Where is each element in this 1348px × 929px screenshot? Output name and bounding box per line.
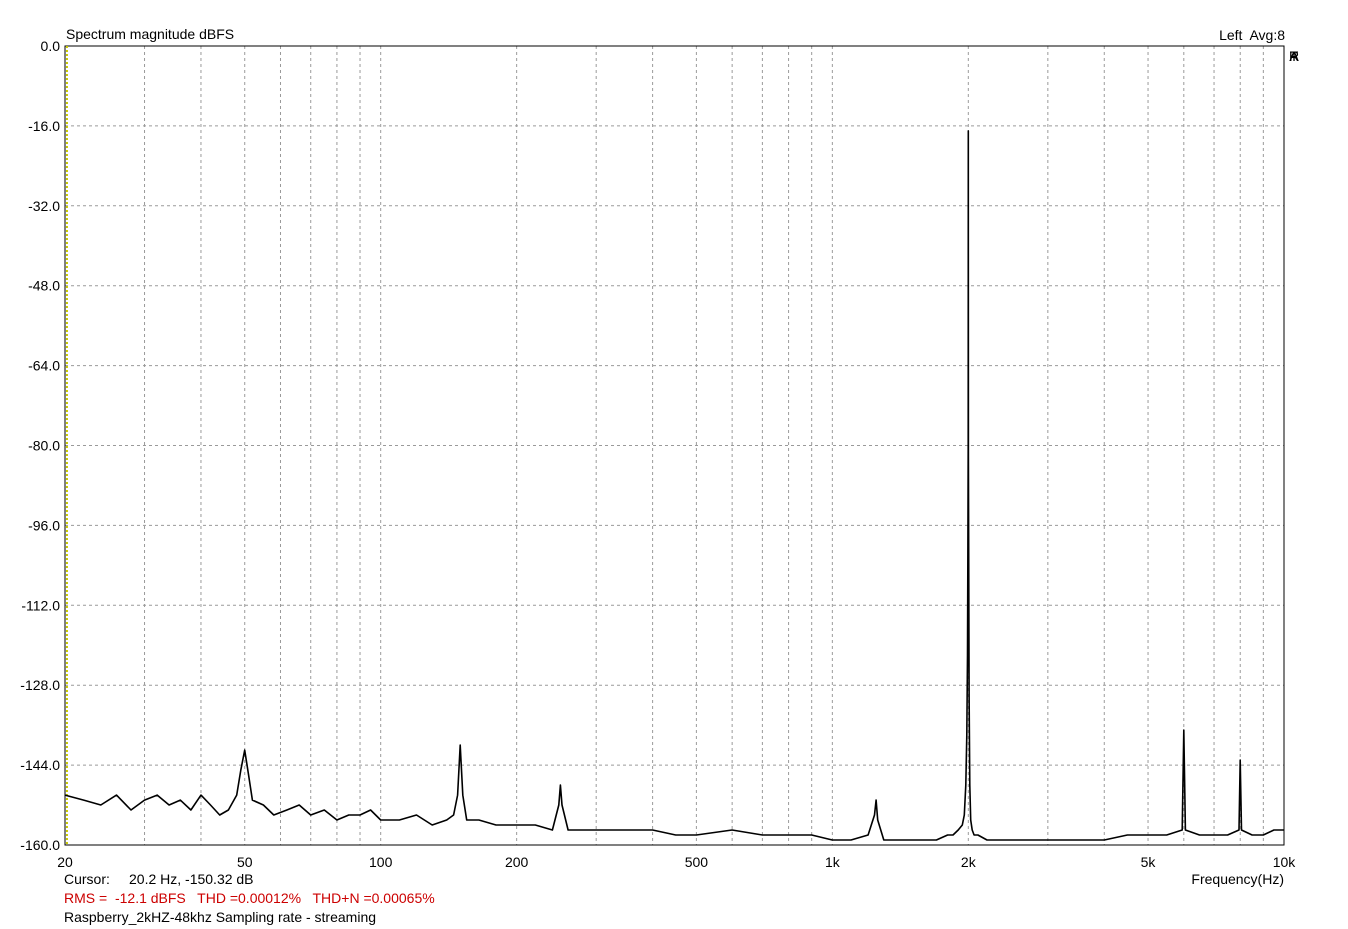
- x-tick-label: 20: [57, 854, 73, 870]
- channel-avg-label: Left Avg:8: [1219, 27, 1285, 43]
- y-tick-label: -32.0: [28, 198, 60, 214]
- y-tick-label: -80.0: [28, 438, 60, 454]
- spectrum-line: [64, 130, 1284, 841]
- x-tick-label: 200: [505, 854, 529, 870]
- y-tick-label: -128.0: [20, 677, 60, 693]
- y-tick-label: -64.0: [28, 358, 60, 374]
- y-tick-labels: 0.0 -16.0 -32.0 -48.0 -64.0 -80.0 -96.0 -112.0 -…: [20, 38, 60, 853]
- x-axis-label: Frequency(Hz): [1191, 871, 1284, 887]
- series-group: [64, 130, 1284, 841]
- x-tick-label: 50: [237, 854, 253, 870]
- x-tick-label: 100: [369, 854, 393, 870]
- y-tick-label: -112.0: [21, 597, 60, 613]
- y-tick-label: -16.0: [28, 118, 60, 134]
- chart-title: Spectrum magnitude dBFS: [66, 26, 235, 42]
- x-tick-label: 10k: [1273, 854, 1297, 870]
- x-tick-label: 1k: [825, 854, 841, 870]
- y-tick-label: -144.0: [20, 757, 60, 773]
- x-tick-label: 500: [685, 854, 709, 870]
- cursor-readout: 20.2 Hz, -150.32 dB: [129, 871, 254, 887]
- x-tick-label: 5k: [1141, 854, 1157, 870]
- y-tick-label: -96.0: [28, 517, 60, 533]
- spectrum-chart: 0.0 -16.0 -32.0 -48.0 -64.0 -80.0 -96.0 -112.0 -…: [20, 38, 1296, 870]
- y-tick-label: -48.0: [28, 278, 60, 294]
- y-tick-label: -160.0: [20, 837, 60, 853]
- cursor-label: Cursor:: [64, 871, 110, 887]
- grid-lines: [64, 45, 1285, 846]
- file-info-line: Raspberry_2kHZ-48khz Sampling rate - str…: [64, 909, 377, 925]
- x-tick-label: 2k: [961, 854, 977, 870]
- y-tick-label: 0.0: [41, 38, 61, 54]
- stats-line: RMS = -12.1 dBFS THD =0.00012% THD+N =0.…: [64, 890, 435, 906]
- arta-letter: A: [1289, 48, 1299, 64]
- x-tick-labels: 20 50 100 200 500 1k 2k 5k 10k: [57, 854, 1296, 870]
